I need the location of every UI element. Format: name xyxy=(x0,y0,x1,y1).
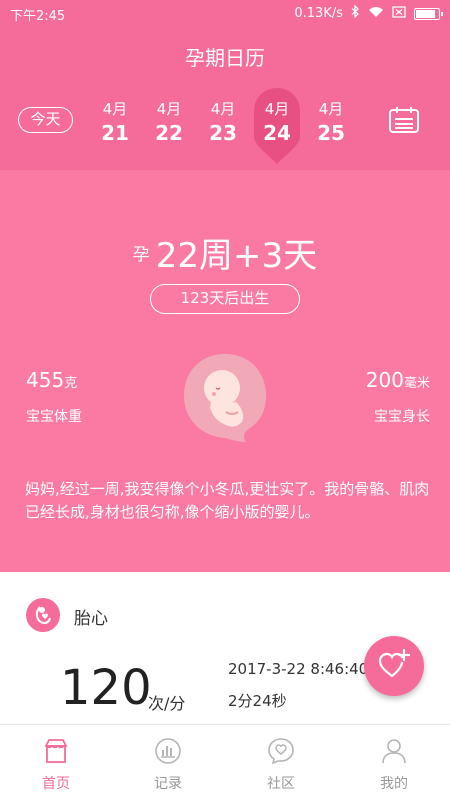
weight-label: 宝宝体重 xyxy=(26,409,82,425)
wifi-icon xyxy=(368,6,384,22)
date-item-25[interactable]: 4月 25 xyxy=(306,98,356,145)
weight-unit: 克 xyxy=(64,376,78,391)
bottom-tab-bar: 首页 记录 社区 我的 xyxy=(0,724,450,800)
heartbeat-duration: 2分24秒 xyxy=(228,692,287,710)
date-month: 4月 xyxy=(210,100,236,118)
tab-label: 社区 xyxy=(267,776,295,792)
baby-length: 200毫米 宝宝身长 xyxy=(366,368,430,426)
week-prefix: 孕 xyxy=(132,245,150,265)
bluetooth-icon xyxy=(351,4,360,22)
date-day: 25 xyxy=(317,121,345,145)
add-heartbeat-button[interactable] xyxy=(364,636,424,696)
tab-record[interactable]: 记录 xyxy=(112,725,224,800)
tab-profile[interactable]: 我的 xyxy=(338,725,450,800)
tab-community[interactable]: 社区 xyxy=(225,725,337,800)
battery-icon xyxy=(414,7,443,20)
date-item-22[interactable]: 4月 22 xyxy=(144,98,194,145)
status-time: 下午2:45 xyxy=(10,9,66,24)
date-day: 21 xyxy=(101,121,129,145)
date-item-23[interactable]: 4月 23 xyxy=(198,98,248,145)
date-day: 24 xyxy=(263,121,291,145)
baby-weight: 455克 宝宝体重 xyxy=(26,368,82,426)
home-icon xyxy=(44,739,68,763)
tab-home[interactable]: 首页 xyxy=(0,725,112,800)
date-month: 4月 xyxy=(318,100,344,118)
date-item-21[interactable]: 4月 21 xyxy=(90,98,140,145)
heartbeat-unit: 次/分 xyxy=(148,694,186,713)
birth-countdown: 123天后出生 xyxy=(150,284,300,314)
fetus-illustration xyxy=(184,354,266,442)
date-month: 4月 xyxy=(102,100,128,118)
tab-label: 首页 xyxy=(42,776,70,792)
network-speed: 0.13K/s xyxy=(294,6,343,21)
status-bar: 下午2:45 0.13K/s xyxy=(0,0,450,26)
date-month: 4月 xyxy=(264,100,290,118)
fetal-heart-icon xyxy=(26,598,60,632)
tab-label: 记录 xyxy=(154,776,182,792)
community-icon xyxy=(268,738,294,765)
date-day: 23 xyxy=(209,121,237,145)
week-value: 22周+3天 xyxy=(155,236,318,276)
tab-label: 我的 xyxy=(380,776,408,792)
heart-plus-icon xyxy=(378,648,411,678)
profile-icon xyxy=(382,739,406,764)
today-button[interactable]: 今天 xyxy=(18,107,73,133)
date-day: 22 xyxy=(155,121,183,145)
length-value: 200 xyxy=(365,368,404,392)
date-month: 4月 xyxy=(156,100,182,118)
page-title: 孕期日历 xyxy=(185,46,265,70)
calendar-header: 孕期日历 今天 4月 21 4月 22 4月 23 4月 24 4月 25 xyxy=(0,26,450,170)
week-description: 妈妈,经过一周,我变得像个小冬瓜,更壮实了。我的骨骼、肌肉已经长成,身材也很匀称… xyxy=(25,480,430,521)
heartbeat-record-time: 2017-3-22 8:46:40 xyxy=(228,660,369,678)
weight-value: 455 xyxy=(26,368,65,392)
pregnancy-week: 孕 22周+3天 xyxy=(0,228,450,277)
calendar-icon[interactable] xyxy=(388,106,420,134)
status-right: 0.13K/s xyxy=(294,4,443,22)
length-unit: 毫米 xyxy=(403,376,430,391)
pregnancy-info-panel: 孕 22周+3天 123天后出生 455克 宝宝体重 200毫米 宝宝身长 妈妈,… xyxy=(0,170,450,572)
heartbeat-bpm: 120 xyxy=(60,660,152,716)
sim-icon xyxy=(392,5,406,22)
length-label: 宝宝身长 xyxy=(374,409,430,425)
heartbeat-title: 胎心 xyxy=(74,609,108,629)
date-item-24-selected[interactable]: 4月 24 xyxy=(252,88,302,164)
record-icon xyxy=(155,738,181,764)
